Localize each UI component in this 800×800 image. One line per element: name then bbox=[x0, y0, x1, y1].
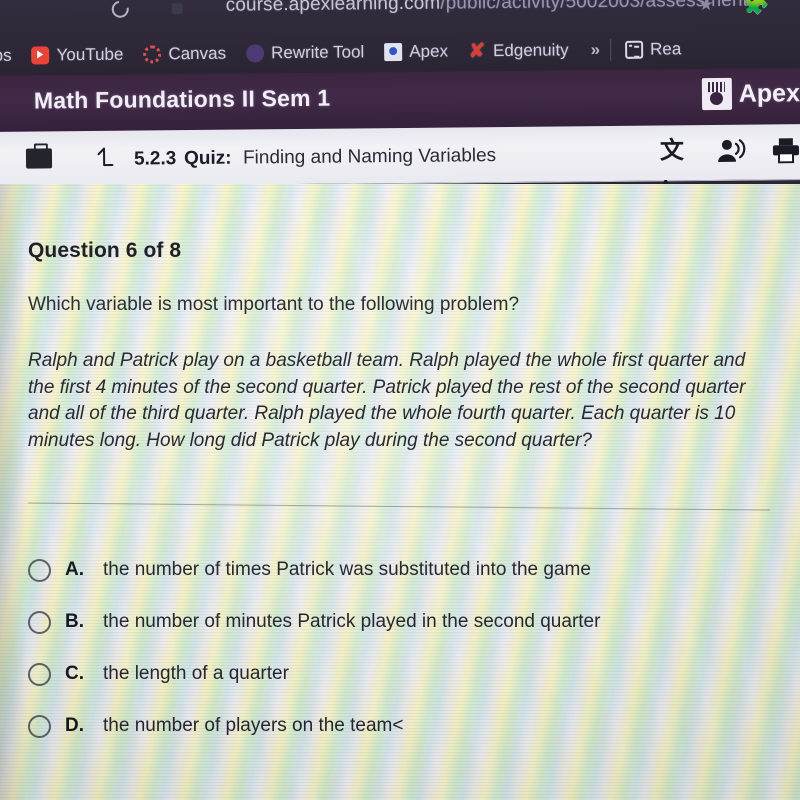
option-letter: B. bbox=[65, 611, 84, 632]
option-text: the length of a quarter bbox=[103, 663, 289, 684]
apex-icon bbox=[384, 42, 403, 62]
canvas-icon bbox=[143, 45, 162, 64]
bookmark-canvas[interactable]: Canvas bbox=[143, 44, 226, 65]
radio-button-icon[interactable] bbox=[28, 610, 51, 634]
option-text: the number of minutes Patrick played in … bbox=[103, 611, 601, 632]
lesson-kind-label: Quiz: bbox=[183, 147, 232, 170]
bookmark-label: pps bbox=[0, 45, 12, 66]
course-title: Math Foundations II Sem 1 bbox=[33, 84, 331, 114]
bookmark-edgenuity[interactable]: ✘ Edgenuity bbox=[468, 40, 569, 63]
option-letter: D. bbox=[65, 715, 84, 736]
bookmark-youtube[interactable]: YouTube bbox=[31, 44, 124, 66]
bookmarks-overflow-icon[interactable]: » bbox=[591, 40, 601, 60]
option-letter: A. bbox=[65, 559, 84, 580]
question-prompt: Which variable is most important to the … bbox=[28, 294, 520, 315]
bookmark-label: Apex bbox=[409, 41, 449, 61]
bookmark-star-icon[interactable]: ★ bbox=[698, 0, 713, 15]
question-passage: Ralph and Patrick play on a basketball t… bbox=[28, 350, 746, 451]
bookmark-rewrite-tool[interactable]: Rewrite Tool bbox=[245, 42, 365, 63]
answer-option-d[interactable]: D. the number of players on the team< bbox=[28, 700, 770, 752]
activity-toolbar-actions: 文A bbox=[660, 137, 800, 194]
youtube-icon bbox=[31, 46, 50, 65]
assessment-page-body: Question 6 of 8 Which variable is most i… bbox=[0, 184, 800, 800]
answer-options-list: A. the number of times Patrick was subst… bbox=[28, 544, 770, 752]
option-text: the number of times Patrick was substitu… bbox=[103, 559, 591, 580]
bookmark-label: Edgenuity bbox=[492, 40, 569, 61]
apex-brand-label: Apex Lea bbox=[738, 78, 800, 108]
lesson-number: 5.2.3 bbox=[133, 148, 177, 170]
bookmark-label: YouTube bbox=[56, 44, 124, 65]
url-text[interactable]: course.apexlearning.com/public/activity/… bbox=[226, 0, 748, 17]
url-host: course.apexlearning.com bbox=[225, 0, 441, 16]
bookmark-apps[interactable]: pps bbox=[0, 46, 12, 66]
option-text: the number of players on the team< bbox=[103, 715, 404, 736]
radio-button-icon[interactable] bbox=[28, 662, 51, 686]
answer-option-a[interactable]: A. the number of times Patrick was subst… bbox=[28, 544, 770, 596]
read-aloud-icon[interactable] bbox=[716, 138, 746, 166]
lesson-title: Finding and Naming Variables bbox=[242, 145, 497, 169]
answer-option-c[interactable]: C. the length of a quarter bbox=[28, 648, 770, 700]
photo-edge-shadow bbox=[0, 184, 26, 800]
extensions-icon[interactable]: 🧩 bbox=[743, 0, 769, 17]
toolbar-divider bbox=[610, 38, 612, 62]
site-info-icon[interactable] bbox=[171, 3, 183, 15]
print-icon[interactable] bbox=[772, 137, 800, 165]
bookmark-label: Rewrite Tool bbox=[270, 42, 365, 63]
reading-list-button[interactable]: Rea bbox=[625, 39, 681, 60]
reading-list-label: Rea bbox=[650, 39, 682, 59]
bookmark-label: Canvas bbox=[168, 43, 227, 64]
translate-icon[interactable]: 文A bbox=[660, 137, 690, 194]
edgenuity-icon: ✘ bbox=[468, 40, 486, 63]
reading-list-icon bbox=[625, 40, 644, 59]
radio-button-icon[interactable] bbox=[28, 714, 51, 738]
apex-sunburst-logo-icon bbox=[701, 77, 732, 111]
question-counter: Question 6 of 8 bbox=[28, 239, 182, 262]
briefcase-icon[interactable] bbox=[25, 148, 53, 169]
answer-option-b[interactable]: B. the number of minutes Patrick played … bbox=[28, 596, 770, 648]
browser-chrome: course.apexlearning.com/public/activity/… bbox=[0, 0, 800, 78]
bookmark-apex[interactable]: Apex bbox=[384, 42, 448, 63]
rewrite-tool-icon bbox=[245, 44, 265, 63]
radio-button-icon[interactable] bbox=[28, 558, 51, 582]
reload-icon[interactable] bbox=[108, 0, 133, 22]
apex-site-header: Math Foundations II Sem 1 Apex Lea bbox=[0, 68, 800, 134]
section-divider bbox=[28, 502, 770, 511]
apex-brand[interactable]: Apex Lea bbox=[701, 77, 800, 111]
option-letter: C. bbox=[65, 663, 84, 684]
screenshot-root: course.apexlearning.com/public/activity/… bbox=[0, 0, 800, 800]
activity-toolbar: 5.2.3 Quiz: Finding and Naming Variables… bbox=[0, 124, 800, 194]
up-arrow-icon[interactable] bbox=[94, 145, 116, 169]
